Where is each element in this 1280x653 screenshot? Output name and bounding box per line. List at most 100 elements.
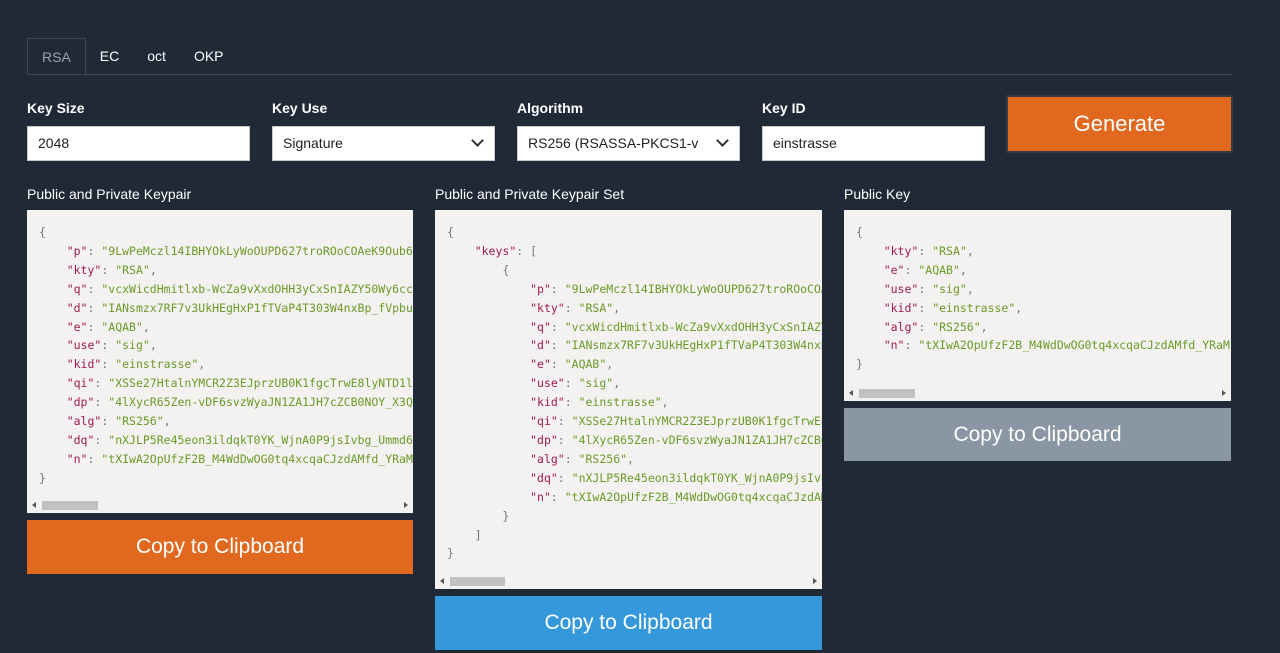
key-use-label: Key Use [272,100,328,116]
json-value: "IANsmzx7RF7v3UkHEgHxP1fTVaP4T303W4nxB" [564,338,822,353]
json-key: "use" [66,338,102,353]
key-use-select[interactable]: Signature [272,126,495,161]
key-use-value: Signature [283,135,343,151]
json-key: "e" [66,319,88,334]
key-id-field: Key ID [762,100,985,161]
json-key: "kid" [66,357,102,372]
json-key: "d" [66,300,88,315]
json-key: "dq" [530,470,558,485]
json-key: "q" [66,281,88,296]
json-key: "keys" [474,243,517,258]
key-size-input-box[interactable] [27,126,250,161]
json-key: "use" [883,281,919,296]
copy-keypair-set-button[interactable]: Copy to Clipboard [435,596,822,650]
json-key: "alg" [883,319,919,334]
json-value: "XSSe27HtalnYMCR2Z3EJprzUB0K1fgcTrwE8" [571,414,822,429]
scroll-thumb[interactable] [42,501,98,510]
json-key: "alg" [66,414,102,429]
key-use-field: Key Use Signature [272,100,495,161]
json-key: "e" [883,262,905,277]
json-value: "4lXycR65Zen-vDF6svzWyaJN1ZA1JH7cZCB0" [571,432,822,447]
json-value: "sig" [932,281,967,296]
keypair-set-title: Public and Private Keypair Set [435,186,625,202]
scroll-left-icon[interactable] [440,578,444,584]
algorithm-value: RS256 (RSASSA-PKCS1-v1_ [528,135,698,151]
tab-ec[interactable]: EC [86,38,133,75]
scroll-thumb[interactable] [450,577,505,586]
keypair-title: Public and Private Keypair [27,186,192,202]
json-value: "9LwPeMczl14IBHYOkLyWoOUPD627troROoCOAeK… [101,243,413,258]
tab-oct[interactable]: oct [133,38,180,75]
json-value: "AQAB" [918,262,960,277]
json-key: "n" [883,338,905,353]
key-size-label: Key Size [27,100,85,116]
keypair-json-text: { "p": "9LwPeMczl14IBHYOkLyWoOUPD627troR… [27,210,413,488]
public-key-json-text: { "kty": "RSA", "e": "AQAB", "use": "sig… [844,210,1231,374]
json-value: "RS256" [115,414,164,429]
key-type-tabs: RSA EC oct OKP [27,38,1232,76]
keypair-set-scrollbar[interactable] [435,574,822,589]
algorithm-field: Algorithm RS256 (RSASSA-PKCS1-v1_ [517,100,740,161]
key-size-input[interactable] [38,127,239,159]
json-value: "RSA" [578,300,614,315]
json-key: "kty" [66,262,102,277]
scroll-right-icon[interactable] [404,502,408,508]
scroll-right-icon[interactable] [813,578,817,584]
json-value: "sig" [115,338,150,353]
json-key: "p" [530,281,551,296]
json-value: "tXIwA2OpUfzF2B_M4WdDwOG0tq4xcqaCJzdAM" [564,489,822,504]
chevron-down-icon [471,134,484,147]
json-value: "einstrasse" [115,357,199,372]
json-value: "IANsmzx7RF7v3UkHEgHxP1fTVaP4T303W4nxBp_… [101,300,413,315]
scroll-left-icon[interactable] [849,390,853,396]
key-size-field: Key Size [27,100,250,161]
json-key: "dp" [66,395,95,410]
tab-okp[interactable]: OKP [180,38,238,75]
algorithm-label: Algorithm [517,100,584,116]
json-value: "RSA" [115,262,150,277]
json-key: "qi" [530,414,558,429]
json-key: "q" [530,319,551,334]
public-key-scrollbar[interactable] [844,386,1231,401]
json-value: "tXIwA2OpUfzF2B_M4WdDwOG0tq4xcqaCJzdAMfd… [101,451,413,466]
json-value: "RSA" [932,243,967,258]
json-value: "AQAB" [564,357,607,372]
tab-rsa[interactable]: RSA [27,38,86,76]
json-key: "alg" [530,451,565,466]
json-value: "9LwPeMczl14IBHYOkLyWoOUPD627troROoCOA" [564,281,822,296]
chevron-down-icon [716,134,729,147]
json-key: "dp" [530,432,558,447]
json-key: "n" [530,489,551,504]
keypair-set-json-text: { "keys": [ { "p": "9LwPeMczl14IBHYOkLyW… [435,210,822,563]
json-value: "nXJLP5Re45eon3ildqkT0YK_WjnA0P9jsIvb" [571,470,822,485]
key-id-label: Key ID [762,100,806,116]
json-key: "e" [530,357,551,372]
copy-keypair-button[interactable]: Copy to Clipboard [27,520,413,574]
generate-button[interactable]: Generate [1006,95,1233,153]
json-key: "kid" [883,300,919,315]
json-key: "use" [530,376,565,391]
public-key-json[interactable]: { "kty": "RSA", "e": "AQAB", "use": "sig… [844,210,1231,401]
keypair-set-json[interactable]: { "keys": [ { "p": "9LwPeMczl14IBHYOkLyW… [435,210,822,589]
copy-public-key-button[interactable]: Copy to Clipboard [844,408,1231,461]
json-value: "sig" [578,376,614,391]
json-key: "kty" [530,300,565,315]
json-value: "AQAB" [101,319,143,334]
scroll-thumb[interactable] [859,389,915,398]
json-value: "vcxWicdHmitlxb-WcZa9vXxdOHH3yCxSnIAZY" [564,319,822,334]
json-value: "4lXycR65Zen-vDF6svzWyaJN1ZA1JH7cZCB0NOY… [108,395,413,410]
key-id-input-box[interactable] [762,126,985,161]
algorithm-select[interactable]: RS256 (RSASSA-PKCS1-v1_ [517,126,740,161]
keypair-scrollbar[interactable] [27,498,413,513]
json-value: "einstrasse" [578,395,662,410]
json-key: "d" [530,338,551,353]
json-key: "kty" [883,243,919,258]
key-id-input[interactable] [773,127,974,159]
json-key: "n" [66,451,88,466]
scroll-right-icon[interactable] [1222,390,1226,396]
json-value: "tXIwA2OpUfzF2B_M4WdDwOG0tq4xcqaCJzdAMfd… [918,338,1231,353]
json-value: "nXJLP5Re45eon3ildqkT0YK_WjnA0P9jsIvbg_U… [108,432,413,447]
keypair-json[interactable]: { "p": "9LwPeMczl14IBHYOkLyWoOUPD627troR… [27,210,413,513]
scroll-left-icon[interactable] [32,502,36,508]
json-key: "kid" [530,395,565,410]
